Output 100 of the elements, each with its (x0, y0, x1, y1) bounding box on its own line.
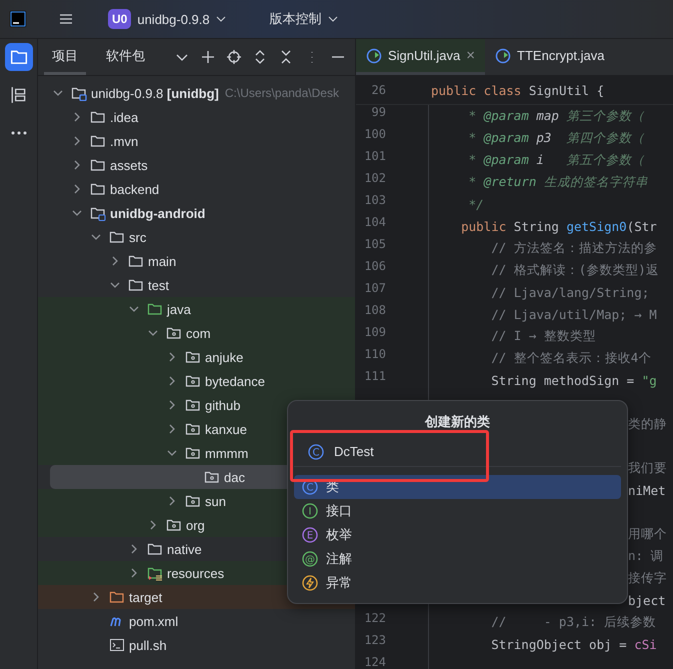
tree-row[interactable]: .idea (38, 105, 355, 129)
line-number: 110 (363, 347, 386, 363)
close-button[interactable]: × (466, 47, 476, 64)
code-line: n: 调 (628, 548, 664, 564)
code-line: // I → 整数类型 (490, 328, 596, 344)
chevron-down-icon[interactable] (167, 448, 177, 458)
vcs-dropdown[interactable]: 版本控制 (266, 6, 342, 32)
code-line: * @param map 第三个参数（ (468, 108, 644, 124)
tree-item-label: assets (110, 158, 148, 172)
tree-row[interactable]: anjuke (38, 345, 355, 369)
chevron-right-icon[interactable] (72, 112, 82, 122)
code-line: * @return 生成的签名字符串 (468, 174, 648, 190)
tree-item-label: .idea (110, 110, 138, 124)
structure-icon (10, 86, 28, 104)
chevron-right-icon[interactable] (72, 184, 82, 194)
line-number: 107 (363, 281, 386, 297)
plus-icon[interactable] (200, 49, 216, 65)
package-folder-icon (185, 421, 201, 437)
line-number: 102 (363, 171, 386, 187)
tree-row[interactable]: main (38, 249, 355, 273)
project-dropdown[interactable]: U0 unidbg-0.9.8 (104, 5, 230, 33)
chevron-right-icon[interactable] (167, 352, 177, 362)
tree-item-label: test (148, 278, 169, 292)
folder-icon (90, 157, 106, 173)
tree-row[interactable]: assets (38, 153, 355, 177)
resources-folder-icon (147, 565, 163, 581)
chevron-down-icon[interactable] (129, 304, 139, 314)
chevron-down-icon[interactable] (91, 232, 101, 242)
code-line: niMet (628, 482, 666, 498)
editor-tab[interactable]: SignUtil.java × (356, 39, 486, 75)
tree-row[interactable]: bytedance (38, 369, 355, 393)
package-folder-icon (185, 373, 201, 389)
line-number: 108 (363, 303, 386, 319)
folder-icon (109, 589, 125, 605)
tree-row[interactable]: unidbg-0.9.8 [unidbg] C:\Users\panda\Desk (38, 81, 355, 105)
code-line: 我们要 (628, 460, 667, 476)
tree-item-label: .mvn (110, 134, 138, 148)
chevron-down-icon[interactable] (72, 208, 82, 218)
tree-item-label: kanxue (205, 422, 247, 436)
chevron-right-icon[interactable] (167, 400, 177, 410)
chevron-right-icon[interactable] (129, 568, 139, 578)
locate-icon[interactable] (226, 49, 242, 65)
terminal-icon (109, 637, 125, 653)
panel-tab[interactable]: 项目 (44, 39, 86, 75)
chevron-right-icon[interactable] (167, 496, 177, 506)
tree-row[interactable]: pom.xml (38, 609, 355, 633)
tree-item-label: resources (167, 566, 224, 580)
app-logo-icon[interactable] (10, 11, 26, 27)
tree-item-label: backend (110, 182, 160, 196)
package-folder-icon (185, 493, 201, 509)
panel-tab[interactable]: 软件包 (98, 39, 153, 75)
chevron-down-icon (216, 14, 226, 24)
tree-row[interactable]: test (38, 273, 355, 297)
chevron-right-icon[interactable] (167, 424, 177, 434)
tree-row[interactable]: src (38, 225, 355, 249)
line-number: 101 (363, 149, 386, 165)
code-line: * @param i 第五个参数（ (468, 152, 644, 168)
editor-tab[interactable]: TTEncrypt.java (485, 39, 614, 75)
tree-row[interactable]: java (38, 297, 355, 321)
java-class-icon (495, 48, 512, 64)
chevron-right-icon[interactable] (148, 520, 158, 530)
chevron-right-icon[interactable] (167, 376, 177, 386)
tree-row[interactable]: backend (38, 177, 355, 201)
line-number: 122 (363, 611, 386, 627)
tree-row[interactable]: .mvn (38, 129, 355, 153)
code-line: // 整个签名表示：接收4个 (490, 350, 652, 366)
code-line: String methodSign = "g (490, 372, 657, 388)
tree-item-label: src (129, 230, 146, 244)
package-folder-icon (185, 349, 201, 365)
chevron-right-icon[interactable] (72, 136, 82, 146)
code-line: // - p3,i: 后续参数 (490, 614, 656, 630)
chevron-right-icon[interactable] (72, 160, 82, 170)
tree-row[interactable]: pull.sh (38, 633, 355, 657)
chevron-right-icon[interactable] (91, 592, 101, 602)
code-line: * @param p3 第四个参数（ (468, 130, 644, 146)
code-line: 类的静 (628, 416, 667, 432)
chevron-down-icon[interactable] (110, 280, 120, 290)
line-number: 109 (363, 325, 386, 341)
chevron-down-icon[interactable] (53, 88, 63, 98)
folder-icon (90, 133, 106, 149)
tree-row[interactable]: unidbg-android (38, 201, 355, 225)
class-icon: C (302, 479, 318, 495)
annotation-icon: @ (302, 551, 318, 567)
popup-title: 创建新的类 (425, 413, 490, 431)
chevron-down-icon (328, 14, 338, 24)
package-folder-icon (166, 517, 182, 533)
project-badge: U0 (108, 9, 132, 29)
code-line: 接传字 (628, 570, 667, 586)
folder-icon (128, 253, 144, 269)
line-number: 99 (370, 105, 386, 121)
tree-item-label: pull.sh (129, 638, 167, 652)
chevron-right-icon[interactable] (110, 256, 120, 266)
chevron-right-icon[interactable] (129, 544, 139, 554)
code-line: public class SignUtil { (431, 82, 604, 98)
tab-label: SignUtil.java (388, 48, 460, 63)
tool-window-button[interactable] (4, 43, 32, 71)
chevron-down-icon[interactable] (148, 328, 158, 338)
java-class-icon (366, 48, 382, 64)
tree-row[interactable]: com (38, 321, 355, 345)
line-number: 104 (363, 215, 386, 231)
